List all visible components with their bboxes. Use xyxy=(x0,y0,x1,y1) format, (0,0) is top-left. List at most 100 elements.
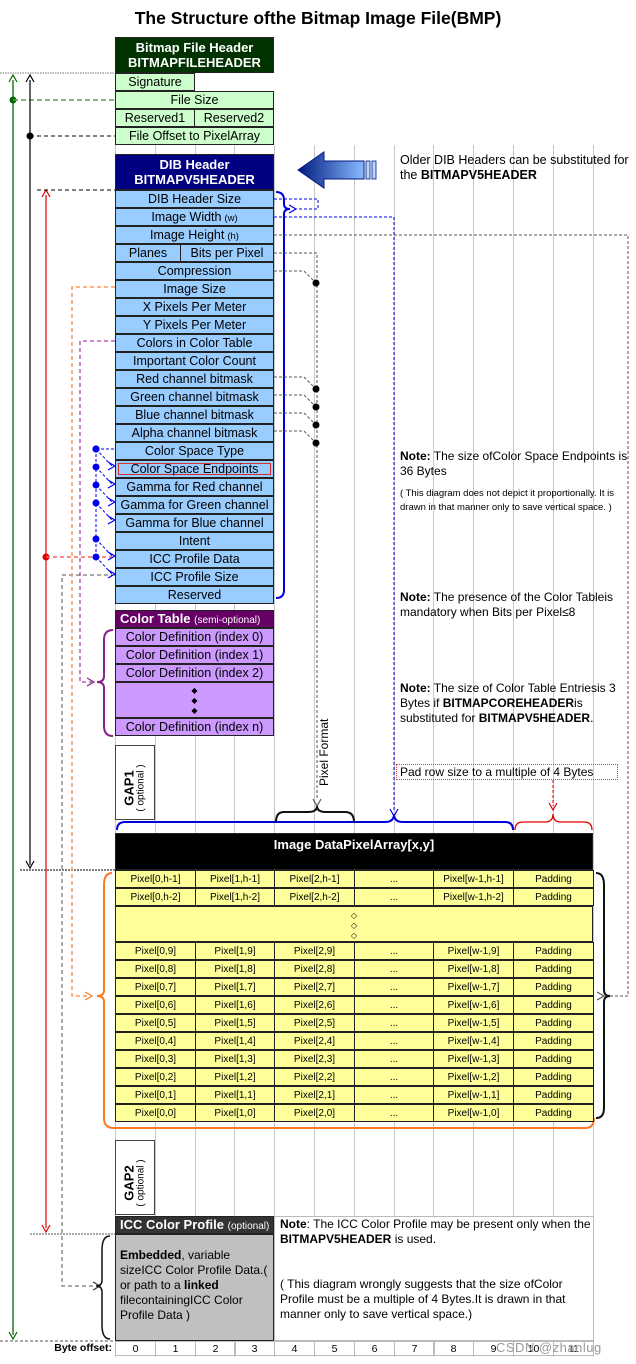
pixel-cell: Pixel[0,4] xyxy=(115,1032,196,1050)
pixel-cell: Pixel[1,5] xyxy=(195,1014,275,1032)
cs-arrow xyxy=(107,515,117,525)
icc-profile-title-text: ICC Color Profile xyxy=(120,1217,225,1232)
pixel-cell: Pixel[w-1,2] xyxy=(433,1068,514,1086)
big-arrow-left-icon xyxy=(297,151,377,189)
padding-cell: Padding xyxy=(513,996,594,1014)
note-small-text: ( This diagram does not depict it propor… xyxy=(400,488,615,513)
pixel-cell: Pixel[0,3] xyxy=(115,1050,196,1068)
pixel-cell: ... xyxy=(354,888,434,906)
note-label: Note: xyxy=(400,449,431,463)
gap1-label: GAP1 ( optional ) xyxy=(121,751,148,826)
mask-link xyxy=(274,394,317,408)
color-definition-n: Color Definition (index n) xyxy=(115,718,274,736)
pixel-cell: Pixel[0,1] xyxy=(115,1086,196,1104)
dib-size-loop xyxy=(274,198,319,210)
padding-cell: Padding xyxy=(513,870,594,888)
padding-brace xyxy=(514,813,593,831)
older-headers-note-line1: Older DIB Headers can be substituted for xyxy=(400,153,629,167)
mask-link xyxy=(274,430,317,444)
padding-cell: Padding xyxy=(513,978,594,996)
pixel-array-ellipsis: ◇ ◇ ◇ xyxy=(115,906,593,942)
pixel-cell: ... xyxy=(354,870,434,888)
pixel-cell: Pixel[1,3] xyxy=(195,1050,275,1068)
pixel-cell: Pixel[w-1,5] xyxy=(433,1014,514,1032)
icc-profile-body: Embedded, variable sizeICC Color Profile… xyxy=(115,1234,274,1341)
pixel-format-arrow xyxy=(312,798,322,808)
pixel-cell: Pixel[1,8] xyxy=(195,960,275,978)
note-color-space: Note: The size ofColor Space Endpoints i… xyxy=(400,449,630,515)
pixel-cell: Pixel[0,7] xyxy=(115,978,196,996)
padding-cell: Padding xyxy=(513,960,594,978)
pixel-cell: Pixel[2,h-1] xyxy=(274,870,355,888)
note-bold: BITMAPV5HEADER xyxy=(478,711,591,725)
pixel-cell: Pixel[w-1,7] xyxy=(433,978,514,996)
older-headers-note-bold: BITMAPV5HEADER xyxy=(420,168,537,182)
pixel-cell: ... xyxy=(354,1032,434,1050)
pixel-cell: Pixel[2,3] xyxy=(274,1050,355,1068)
pixel-cell: Pixel[0,0] xyxy=(115,1104,196,1122)
compression-link xyxy=(274,270,317,284)
watermark: CSDN @zhanlug xyxy=(496,1340,602,1355)
note-text: The presence of the Color Tableis mandat… xyxy=(400,590,614,619)
pixel-cell: ... xyxy=(354,1014,434,1032)
note-text: is used. xyxy=(391,1232,437,1246)
note-bold: BITMAPCOREHEADER xyxy=(442,696,575,710)
older-headers-note-prefix: the xyxy=(400,168,421,182)
pixel-cell: Pixel[1,2] xyxy=(195,1068,275,1086)
padding-cell: Padding xyxy=(513,1104,594,1122)
color-definition-0: Color Definition (index 0) xyxy=(115,628,274,646)
pixel-cell: Pixel[w-1,h-2] xyxy=(433,888,514,906)
mask-dot xyxy=(312,403,320,411)
padding-cell: Padding xyxy=(513,942,594,960)
pixel-format-link xyxy=(274,252,318,800)
row-width-brace xyxy=(116,813,514,831)
pixel-cell: Pixel[2,5] xyxy=(274,1014,355,1032)
pixel-cell: Pixel[2,4] xyxy=(274,1032,355,1050)
color-table-title: Color Table (semi-optional) xyxy=(115,610,274,628)
pixel-cell: Pixel[1,h-2] xyxy=(195,888,275,906)
padding-cell: Padding xyxy=(513,1050,594,1068)
padding-cell: Padding xyxy=(513,888,594,906)
pixel-cell: Pixel[0,h-2] xyxy=(115,888,196,906)
color-table-title-text: Color Table xyxy=(120,611,191,626)
icc-profile-subtitle: (optional) xyxy=(227,1221,270,1232)
cs-arrow xyxy=(107,497,117,507)
note-icc-disclaimer: ( This diagram wrongly suggests that the… xyxy=(280,1277,566,1321)
note-label: Note xyxy=(280,1217,307,1231)
pixel-cell: Pixel[1,4] xyxy=(195,1032,275,1050)
pixel-cell: Pixel[2,8] xyxy=(274,960,355,978)
pixel-cell: Pixel[2,9] xyxy=(274,942,355,960)
dib-brace xyxy=(275,191,291,599)
gap1-title: GAP1 xyxy=(121,770,137,806)
color-table-ellipsis: ◆ ◆ ◆ xyxy=(115,682,274,718)
mask-dot xyxy=(312,439,320,447)
pixel-cell: Pixel[2,6] xyxy=(274,996,355,1014)
icc-body-text2: filecontainingICC Color Profile Data ) xyxy=(120,1293,243,1322)
pixel-format-brace xyxy=(275,805,355,823)
pixel-cell: Pixel[1,h-1] xyxy=(195,870,275,888)
pixel-format-label: Pixel Format xyxy=(317,718,331,786)
image-height-arrow xyxy=(596,991,606,1001)
pixel-cell: ... xyxy=(354,1086,434,1104)
pixel-cell: Pixel[2,1] xyxy=(274,1086,355,1104)
icc-body-bold2: linked xyxy=(184,1278,219,1292)
color-definition-2: Color Definition (index 2) xyxy=(115,664,274,682)
cs-arrow xyxy=(107,569,117,579)
pixel-cell: Pixel[1,7] xyxy=(195,978,275,996)
byte-offset-cell: 8 xyxy=(433,1341,474,1356)
byte-offset-cell: 0 xyxy=(115,1341,156,1356)
pixel-cell: Pixel[2,h-2] xyxy=(274,888,355,906)
icc-size-link xyxy=(61,574,115,1287)
note-label: Note: xyxy=(400,590,431,604)
mask-link xyxy=(274,412,317,426)
gap2-box: GAP2 ( optional ) xyxy=(115,1140,155,1215)
padding-cell: Padding xyxy=(513,1086,594,1104)
note-label: Note: xyxy=(400,681,431,695)
pixel-cell: Pixel[1,6] xyxy=(195,996,275,1014)
image-width-link xyxy=(274,216,395,812)
icc-body-bold: Embedded xyxy=(120,1248,182,1262)
pad-row-arrow xyxy=(548,802,558,812)
pixel-cell: Pixel[2,2] xyxy=(274,1068,355,1086)
older-headers-note: Older DIB Headers can be substituted for… xyxy=(400,153,629,183)
padding-cell: Padding xyxy=(513,1032,594,1050)
